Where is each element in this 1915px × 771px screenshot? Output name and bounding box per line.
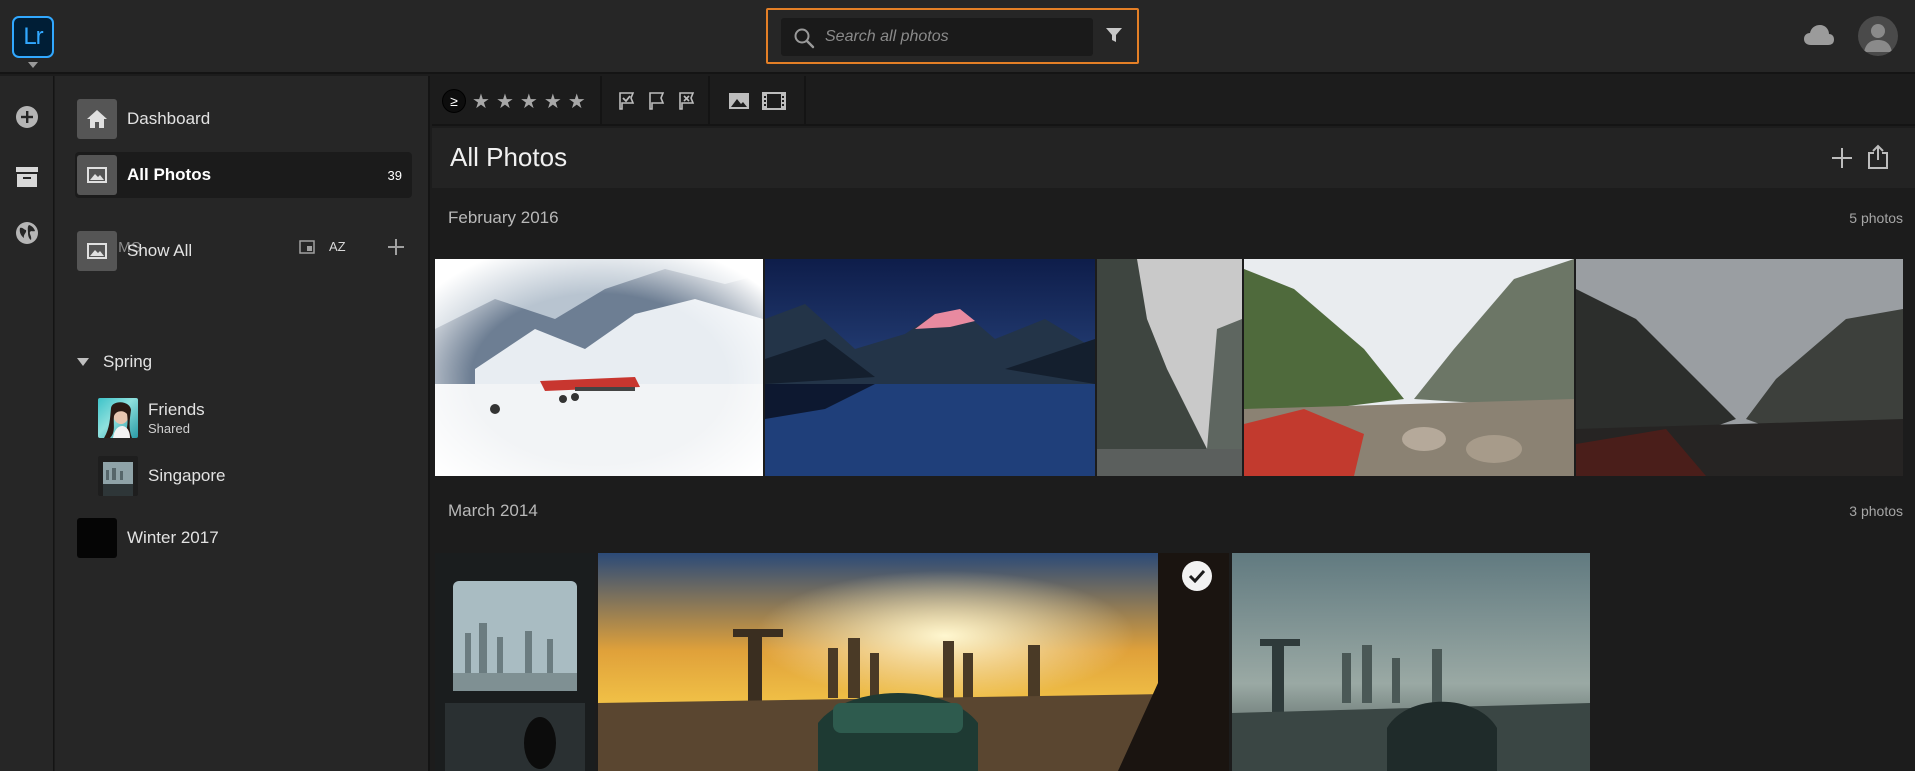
star-icon[interactable]: ★ xyxy=(544,89,562,114)
library-button[interactable] xyxy=(14,164,40,190)
friends-thumb-image xyxy=(104,402,132,438)
cloud-icon[interactable] xyxy=(1803,24,1835,46)
filter-toolbar: ≥ ★ ★ ★ ★ ★ xyxy=(432,76,1915,126)
sidebar-item-dashboard[interactable]: Dashboard xyxy=(75,96,412,142)
share-icon[interactable] xyxy=(1866,144,1890,170)
flag-filter xyxy=(604,76,710,126)
plus-circle-icon xyxy=(16,106,38,128)
chevron-down-icon[interactable] xyxy=(28,62,38,68)
show-all-label: Show All xyxy=(127,241,193,260)
image-icon xyxy=(87,167,107,183)
add-icon[interactable] xyxy=(1830,146,1854,170)
album-name: Singapore xyxy=(148,466,226,485)
group-title: March 2014 xyxy=(448,501,538,520)
dashboard-label: Dashboard xyxy=(127,109,211,128)
group-count: 3 photos xyxy=(1849,503,1903,519)
date-group-header: February 2016 5 photos xyxy=(432,194,1915,242)
community-button[interactable] xyxy=(14,220,40,246)
photo-thumbnail[interactable] xyxy=(1576,259,1903,476)
all-photos-label: All Photos xyxy=(127,165,212,184)
star-icon[interactable]: ★ xyxy=(496,89,514,114)
show-all-thumb xyxy=(77,231,117,271)
add-photos-button[interactable] xyxy=(14,104,40,130)
top-bar: Lr xyxy=(0,0,1915,74)
photo-thumbnail[interactable] xyxy=(765,259,1095,476)
photo-thumbnail[interactable] xyxy=(598,553,1229,771)
search-box[interactable] xyxy=(781,18,1093,56)
media-type-filter xyxy=(712,76,806,126)
album-shared-label: Shared xyxy=(148,421,190,436)
user-icon xyxy=(1864,24,1892,52)
sidebar-item-show-all[interactable]: Show All xyxy=(75,228,412,274)
filter-icon[interactable] xyxy=(1105,26,1123,44)
photo-grid-area: All Photos February 2016 5 photos March … xyxy=(432,128,1915,771)
sidebar: Dashboard All Photos 39 ALBUMS AZ xyxy=(55,76,430,771)
selected-check-icon[interactable] xyxy=(1182,561,1212,591)
rating-operator-button[interactable]: ≥ xyxy=(442,89,466,113)
video-icon[interactable] xyxy=(762,92,786,110)
flag-rejected-icon[interactable] xyxy=(678,92,696,110)
star-icon[interactable]: ★ xyxy=(520,89,538,114)
all-photos-thumb xyxy=(77,155,117,195)
singapore-thumb-image xyxy=(98,456,138,496)
folder-spring[interactable]: Spring xyxy=(77,352,152,372)
mountain-lake-photo xyxy=(765,259,1095,476)
archive-icon xyxy=(16,167,38,187)
image-icon xyxy=(87,243,107,259)
album-friends[interactable]: Friends Shared xyxy=(98,398,205,438)
search-icon xyxy=(794,28,815,49)
photo-thumbnail[interactable] xyxy=(1097,259,1242,476)
sidebar-item-all-photos[interactable]: All Photos 39 xyxy=(75,152,412,198)
main-header: All Photos xyxy=(432,128,1915,188)
date-group-header: March 2014 3 photos xyxy=(432,487,1915,535)
photo-thumbnail[interactable] xyxy=(1244,259,1574,476)
album-thumb xyxy=(98,456,138,496)
group-title: February 2016 xyxy=(448,208,559,227)
photo-thumbnail[interactable] xyxy=(435,553,595,771)
album-name: Friends xyxy=(148,400,205,419)
group-count: 5 photos xyxy=(1849,210,1903,226)
observation-window-photo xyxy=(435,553,595,771)
left-rail xyxy=(0,76,54,771)
singapore-sunset-photo xyxy=(598,553,1229,771)
sidebar-item-winter-2017[interactable]: Winter 2017 xyxy=(75,515,412,561)
dashboard-thumb xyxy=(77,99,117,139)
singapore-flyer-photo xyxy=(1232,553,1590,771)
lightroom-logo[interactable]: Lr xyxy=(12,16,54,58)
photo-thumbnail[interactable] xyxy=(1232,553,1590,771)
album-singapore[interactable]: Singapore xyxy=(98,456,226,496)
rating-filter: ≥ ★ ★ ★ ★ ★ xyxy=(432,76,602,126)
checkmark-icon xyxy=(1188,569,1206,583)
snow-plane-photo xyxy=(435,259,763,476)
winter-thumb xyxy=(77,518,117,558)
valley-rocks-photo xyxy=(1244,259,1574,476)
search-area xyxy=(766,8,1139,64)
fjord-photo xyxy=(1097,259,1242,476)
winter-label: Winter 2017 xyxy=(127,528,219,547)
star-icon[interactable]: ★ xyxy=(472,89,490,114)
globe-icon xyxy=(16,222,38,244)
photo-icon[interactable] xyxy=(728,92,750,110)
flag-picked-icon[interactable] xyxy=(618,92,636,110)
avatar[interactable] xyxy=(1858,16,1898,56)
folder-name: Spring xyxy=(103,352,153,371)
chevron-down-icon[interactable] xyxy=(77,358,89,366)
logo-text: Lr xyxy=(23,23,43,50)
dark-valley-photo xyxy=(1576,259,1903,476)
album-thumb xyxy=(98,398,138,438)
photo-thumbnail[interactable] xyxy=(435,259,763,476)
flag-unflagged-icon[interactable] xyxy=(648,92,666,110)
all-photos-count: 39 xyxy=(387,167,402,183)
page-title: All Photos xyxy=(450,142,568,172)
home-icon xyxy=(87,110,107,128)
star-icon[interactable]: ★ xyxy=(568,89,586,114)
search-input[interactable] xyxy=(823,18,1083,56)
